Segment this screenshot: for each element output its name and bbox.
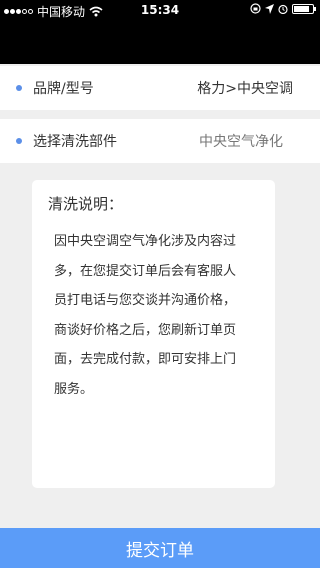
notice-title: 清洗说明： xyxy=(48,195,124,213)
notice-body: 因中央空调空气净化涉及内容过 多，在您提交订单后会有客服人 员打电话与您交谈并沟… xyxy=(54,234,237,397)
cleaning-notice-card: 清洗说明： 因中央空调空气净化涉及内容过 多，在您提交订单后会有客服人 员打电话… xyxy=(32,180,275,488)
navigation-bar xyxy=(0,22,320,64)
cleaning-part-value: 中央空气净化 xyxy=(199,134,283,150)
brand-model-value: 格力>中央空调 xyxy=(197,81,293,97)
status-bar: 中国移动 15:34 xyxy=(0,0,320,22)
brand-model-label: 品牌/型号 xyxy=(33,81,94,97)
rotation-lock-icon xyxy=(250,3,261,14)
battery-icon xyxy=(292,3,316,14)
cleaning-part-label: 选择清洗部件 xyxy=(33,134,117,150)
bullet-icon xyxy=(16,138,22,144)
brand-model-row[interactable]: 品牌/型号 格力>中央空调 xyxy=(0,66,320,110)
bullet-icon xyxy=(16,85,22,91)
location-icon xyxy=(265,3,274,14)
submit-order-button[interactable]: 提交订单 xyxy=(0,528,320,568)
cleaning-part-row[interactable]: 选择清洗部件 中央空气净化 xyxy=(0,119,320,163)
status-right xyxy=(250,3,316,14)
alarm-icon xyxy=(278,4,288,14)
